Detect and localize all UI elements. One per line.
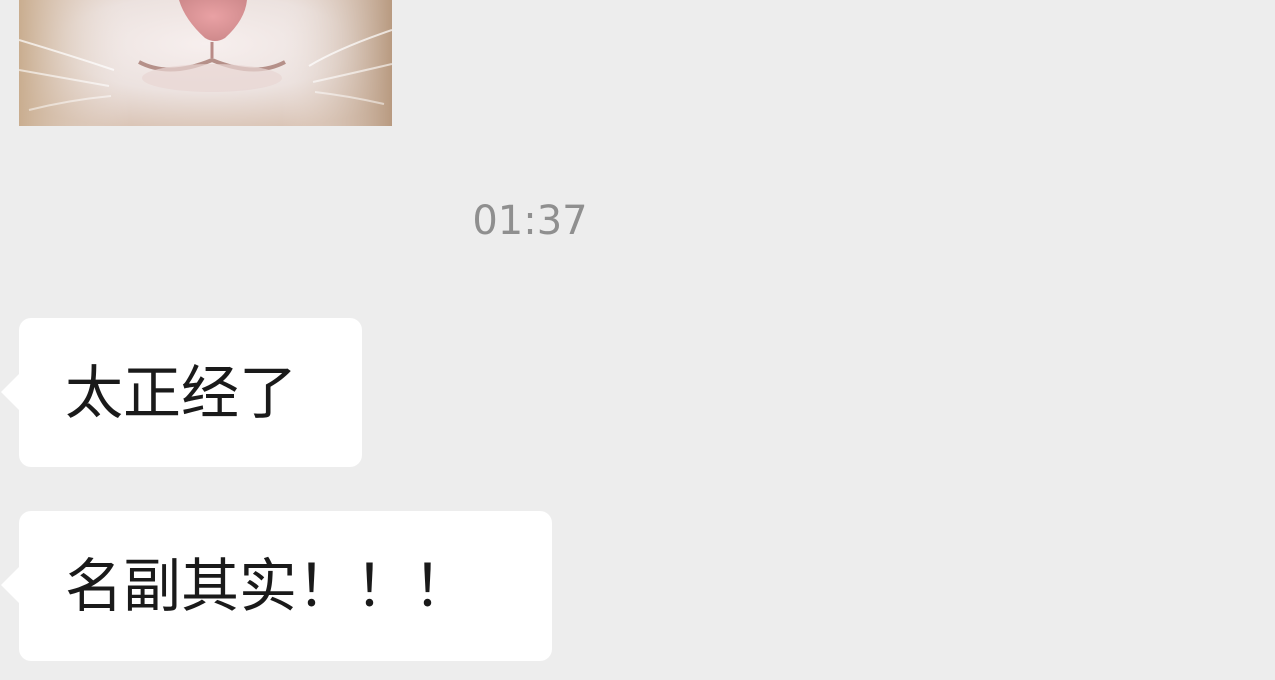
image-message-cat-photo[interactable]	[19, 0, 392, 126]
message-text: 太正经了	[65, 358, 298, 427]
chat-message-list[interactable]: 01:37 太正经了 名副其实！！！	[0, 0, 1275, 680]
cat-photo-image	[19, 0, 392, 126]
message-bubble[interactable]: 太正经了	[1, 318, 362, 467]
message-text: 名副其实！！！	[65, 552, 472, 620]
message-timestamp: 01:37	[472, 198, 588, 244]
message-bubble[interactable]: 名副其实！！！	[1, 511, 552, 661]
